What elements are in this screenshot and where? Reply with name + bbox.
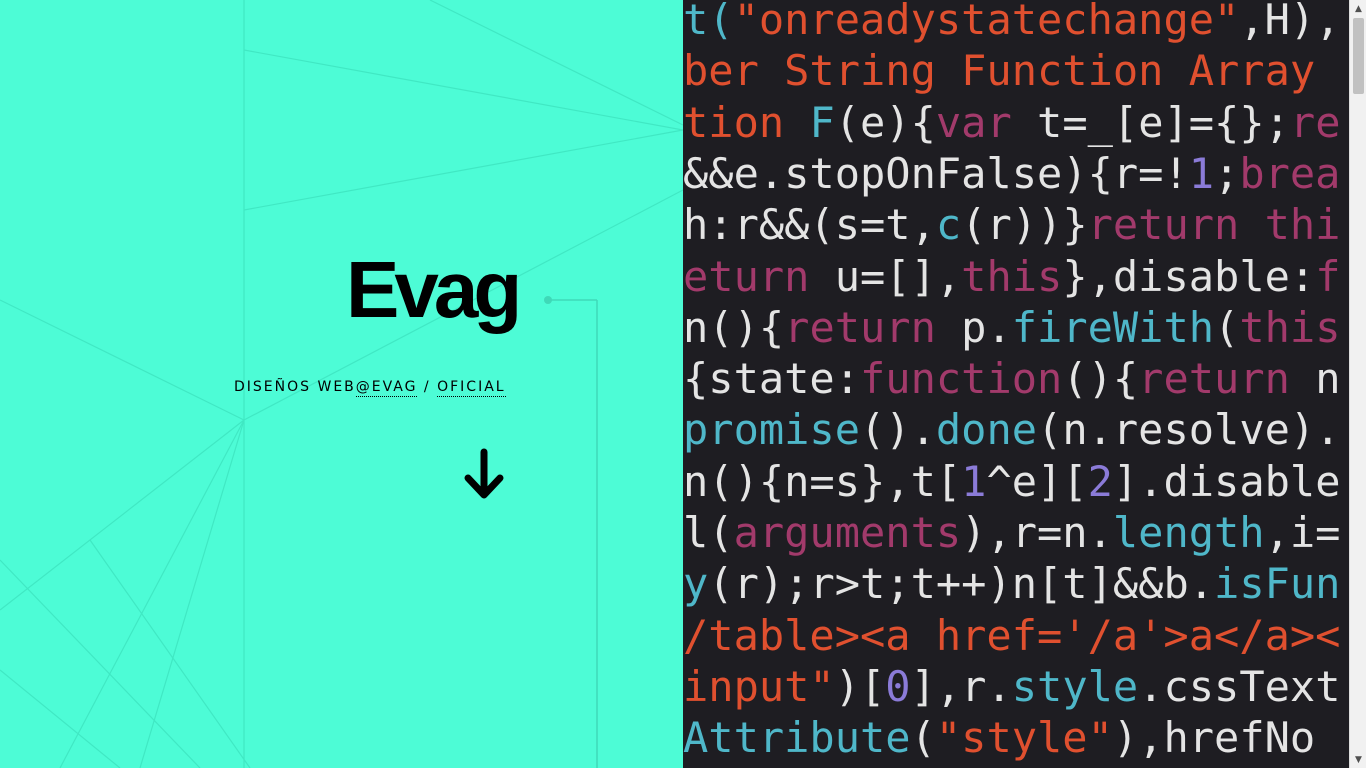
code-token: c (935, 200, 962, 250)
code-token: p. (961, 302, 1012, 352)
code-token: F (809, 97, 835, 147)
hero-panel: Evag DISEÑOS WEB@EVAG / OFICIAL (0, 0, 683, 768)
code-token: y (683, 559, 709, 609)
decorative-connector (544, 296, 598, 768)
code-line: Attribute("style"),hrefNo (683, 712, 1315, 764)
oficial-link[interactable]: OFICIAL (437, 379, 506, 397)
code-token: t( (683, 0, 734, 44)
page: Evag DISEÑOS WEB@EVAG / OFICIAL t("onrea… (0, 0, 1366, 768)
code-token: (e){ (834, 97, 936, 147)
code-token: 1 (1188, 148, 1215, 198)
code-token: ( (1214, 302, 1240, 352)
subtitle-prefix: DISEÑOS WEB (234, 379, 356, 395)
code-token: return thi (1087, 200, 1341, 250)
code-token: brea (1239, 148, 1341, 198)
code-token: return (784, 302, 962, 352)
code-token: {state: (683, 354, 861, 404)
code-token: done (935, 405, 1038, 455)
code-token: 1 (961, 456, 987, 506)
vertical-scrollbar[interactable]: ▲ ▼ (1349, 0, 1366, 768)
code-token: 2 (1087, 456, 1113, 506)
subtitle-separator: / (417, 379, 438, 395)
code-token: ^e][ (986, 456, 1088, 506)
code-token: tion (683, 97, 810, 147)
code-token: promise (683, 405, 861, 455)
code-token: return (1138, 354, 1316, 404)
code-token: Attribute (683, 713, 911, 763)
code-token: (){ (1062, 354, 1139, 404)
code-line: t("onreadystatechange",H), (683, 0, 1340, 46)
code-token: fireWith (1011, 302, 1215, 352)
code-token: style (1011, 661, 1139, 711)
code-token: .cssText (1138, 661, 1341, 711)
code-token: 0 (885, 661, 911, 711)
code-line: promise().done(n.resolve). (683, 404, 1340, 456)
site-subtitle: DISEÑOS WEB@EVAG / OFICIAL (234, 379, 506, 397)
code-token: length (1112, 508, 1265, 557)
code-token: ber String Function Array (683, 46, 1316, 96)
code-token: n (1315, 354, 1341, 404)
code-token: "onreadystatechange" (733, 0, 1240, 44)
code-token: l( (683, 508, 734, 557)
code-token: /table><a href='/a'>a</a>< (683, 610, 1341, 660)
code-token: u=[], (834, 251, 962, 301)
code-token: f (1315, 251, 1341, 301)
code-token: eturn (683, 251, 835, 301)
code-token: t=_[e]={}; (1037, 97, 1290, 147)
site-title: Evag (346, 245, 522, 334)
code-token: n(){n=s},t[ (683, 456, 962, 506)
code-line: tion F(e){var t=_[e]={};re (683, 97, 1341, 149)
code-token: "style" (935, 713, 1113, 763)
code-token: ; (1214, 148, 1240, 198)
code-token: (). (860, 405, 936, 455)
code-token: },disable: (1062, 251, 1316, 301)
code-line: /table><a href='/a'>a</a>< (683, 610, 1340, 662)
code-token: isFun (1214, 559, 1341, 609)
code-token: this (961, 251, 1063, 301)
code-token: (n.resolve). (1037, 405, 1341, 455)
code-token: ],r. (910, 661, 1012, 711)
arrow-down-icon[interactable] (462, 448, 506, 502)
code-token: &&e.stopOnFalse){r=! (683, 148, 1189, 198)
code-token: arguments (733, 508, 962, 557)
code-line: eturn u=[],this},disable:f (683, 251, 1340, 303)
code-token: ),hrefNo (1112, 713, 1316, 763)
code-token: this (1239, 302, 1341, 352)
code-background-image: t("onreadystatechange",H), ber String Fun… (683, 0, 1349, 768)
code-line: n(){n=s},t[1^e][2].disable (683, 456, 1340, 508)
code-token: )[ (834, 661, 886, 711)
scrollbar-thumb[interactable] (1353, 18, 1364, 94)
code-token: var (935, 97, 1038, 147)
code-line: l(arguments),r=n.length,i= (683, 507, 1340, 559)
code-token: re (1289, 97, 1341, 147)
code-line: &&e.stopOnFalse){r=!1;brea (683, 148, 1340, 200)
code-token: function (860, 354, 1063, 404)
code-token: input" (683, 661, 835, 711)
evag-link[interactable]: @EVAG (355, 379, 418, 397)
code-token: ,H), (1239, 0, 1341, 44)
code-line: n(){return p.fireWith(this (683, 302, 1341, 354)
code-line: ber String Function Array (683, 45, 1315, 97)
code-token: (r))} (961, 200, 1088, 250)
code-token: n(){ (683, 302, 785, 352)
code-token: ].disable (1112, 456, 1341, 506)
code-token: ( (910, 713, 936, 763)
scroll-up-arrow-icon[interactable]: ▲ (1350, 0, 1366, 17)
code-line: y(r);r>t;t++)n[t]&&b.isFun (683, 558, 1340, 610)
code-token: (r);r>t;t++)n[t]&&b. (708, 559, 1215, 609)
scroll-down-arrow-icon[interactable]: ▼ (1350, 751, 1366, 768)
code-token: ),r=n. (961, 508, 1113, 557)
code-token: ,i= (1264, 508, 1341, 557)
code-line: {state:function(){return n (683, 353, 1340, 405)
code-line: input")[0],r.style.cssText (683, 661, 1340, 713)
code-line: h:r&&(s=t,c(r))}return thi (683, 199, 1340, 251)
code-token: h:r&&(s=t, (683, 200, 936, 250)
